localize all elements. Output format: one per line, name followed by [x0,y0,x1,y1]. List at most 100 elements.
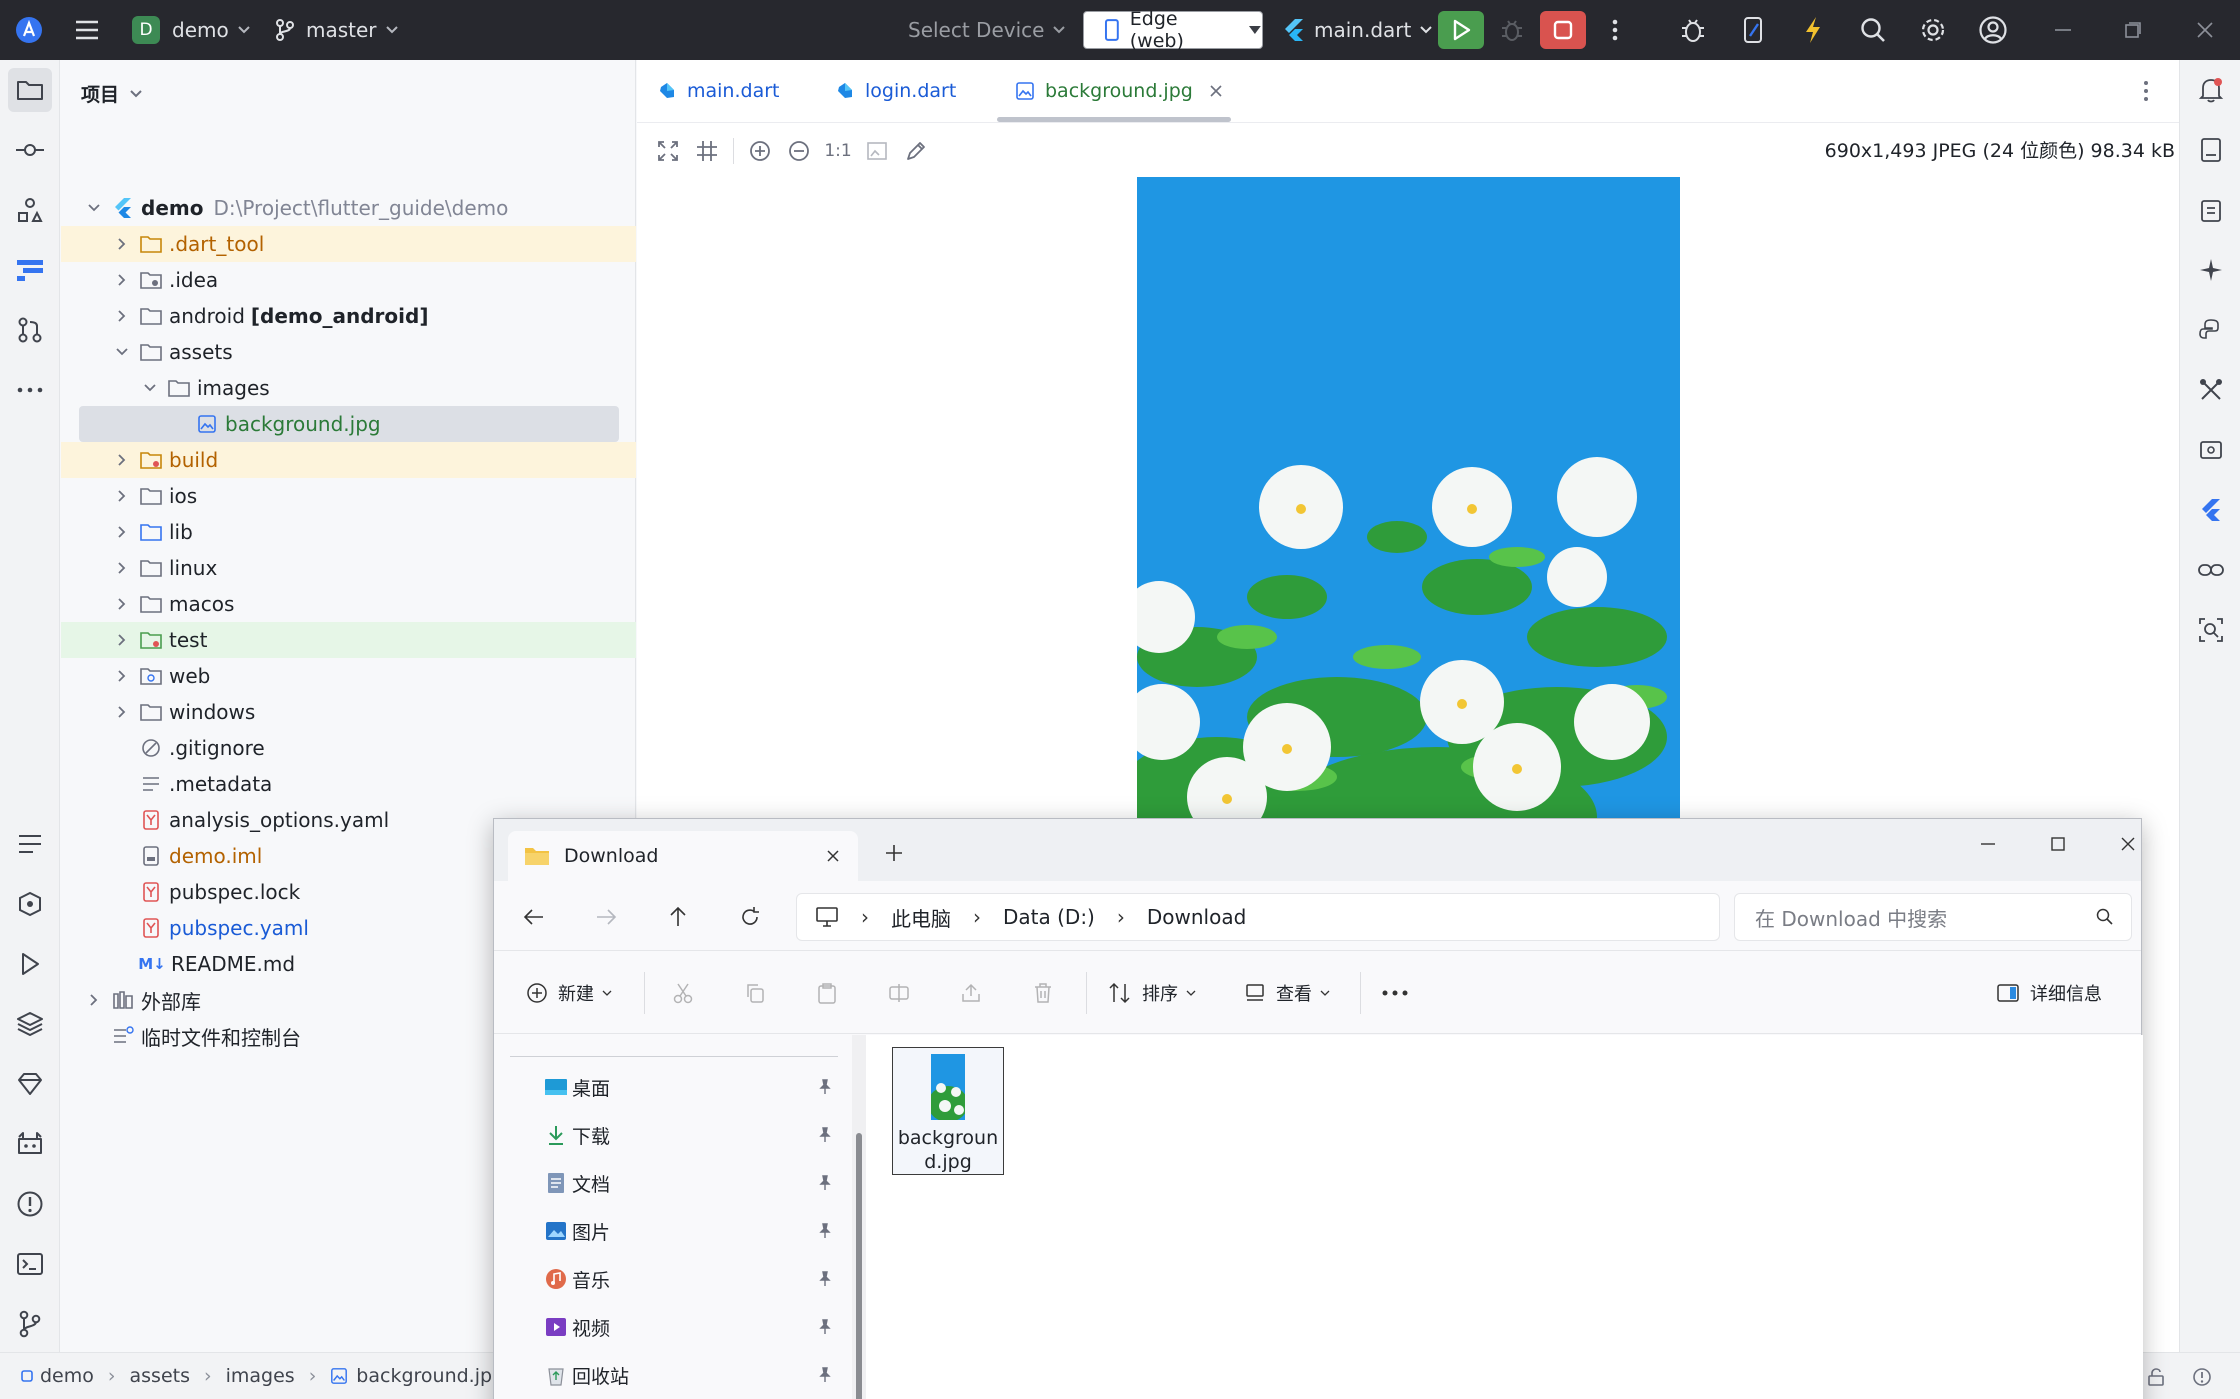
nav-item-recycle-bin[interactable]: 回收站 [544,1357,629,1393]
nav-scrollbar[interactable] [852,1035,866,1399]
build-variants-icon[interactable] [14,888,46,920]
pull-requests-icon[interactable] [14,314,46,346]
tab-login-dart[interactable]: login.dart [835,60,956,122]
tab-background-jpg[interactable]: background.jpg [1015,60,1223,122]
new-tab-button[interactable] [884,837,904,863]
project-tool-button[interactable] [8,68,52,112]
pin-icon[interactable] [816,1366,834,1384]
lock-icon[interactable] [2146,1367,2166,1387]
file-item[interactable]: background.jpg [892,1047,1004,1175]
fit-to-window-icon[interactable] [655,138,681,164]
restore-button[interactable] [2118,15,2148,45]
rename-icon[interactable] [888,978,910,1008]
nav-item-documents[interactable]: 文档 [544,1165,610,1201]
sort-button[interactable]: 排序 [1108,978,1196,1008]
grid-icon[interactable] [694,138,720,164]
tree-item-web[interactable]: web [61,658,636,694]
address-segment[interactable]: Data (D:) [1003,905,1095,929]
tree-item-metadata[interactable]: .metadata [61,766,636,802]
tree-item-android[interactable]: android [demo_android] [61,298,636,334]
flutter-inspector-icon[interactable] [1678,15,1708,45]
up-arrow-icon[interactable] [664,903,692,931]
warning-icon[interactable] [2192,1367,2212,1387]
refresh-icon[interactable] [736,903,764,931]
fit-zoom-icon[interactable] [864,138,890,164]
tab-main-dart[interactable]: main.dart [657,60,779,122]
project-view-selector[interactable]: 项目 [81,80,143,107]
tabs-menu-icon[interactable] [2143,60,2149,122]
device-selector[interactable]: Edge (web) [1083,8,1263,52]
todo-list-icon[interactable] [14,828,46,860]
search-icon[interactable] [1858,15,1888,45]
forward-arrow-icon[interactable] [592,903,620,931]
run-config-selector[interactable]: main.dart [1282,0,1433,60]
version-control-icon[interactable] [14,1308,46,1340]
hot-reload-icon[interactable] [1798,15,1828,45]
explorer-tab[interactable]: Download [508,831,858,881]
tree-item-assets[interactable]: assets [61,334,636,370]
nav-item-music[interactable]: 音乐 [544,1261,610,1297]
explorer-maximize-button[interactable] [2038,829,2078,859]
python-icon[interactable] [2195,314,2227,346]
stop-button[interactable] [1540,11,1586,49]
tree-item-images[interactable]: images [61,370,636,406]
tree-item-windows[interactable]: windows [61,694,636,730]
address-segment[interactable]: Download [1147,905,1246,929]
zoom-out-icon[interactable] [786,138,812,164]
app-logo-icon[interactable] [14,0,44,60]
more-tools-icon[interactable] [14,374,46,406]
zoom-in-icon[interactable] [747,138,773,164]
more-actions-icon[interactable] [1600,15,1630,45]
close-tab-icon[interactable] [826,849,840,863]
tree-item-gitignore[interactable]: .gitignore [61,730,636,766]
run-button[interactable] [1438,11,1484,49]
tree-item-build[interactable]: build [61,442,636,478]
share-icon[interactable] [960,978,982,1008]
tree-root-demo[interactable]: demo D:\Project\flutter_guide\demo [61,190,636,226]
search-input[interactable]: 在 Download 中搜索 [1734,893,2132,941]
tree-item-ios[interactable]: ios [61,478,636,514]
nav-item-videos[interactable]: 视频 [544,1309,610,1345]
actual-size-button[interactable]: 1:1 [824,138,851,164]
copy-icon[interactable] [744,978,766,1008]
nav-item-pictures[interactable]: 图片 [544,1213,610,1249]
tree-item-background-jpg[interactable]: background.jpg [61,406,636,442]
scrollbar-thumb[interactable] [856,1133,862,1399]
pin-icon[interactable] [816,1318,834,1336]
commit-icon[interactable] [14,134,46,166]
cut-icon[interactable] [672,978,694,1008]
branch-switcher[interactable]: master [274,0,399,60]
pin-icon[interactable] [816,1078,834,1096]
link-icon[interactable] [2195,554,2227,586]
nav-item-desktop[interactable]: 桌面 [544,1069,610,1105]
pin-icon[interactable] [816,1270,834,1288]
project-switcher[interactable]: D demo [132,0,251,60]
flutter-performance-icon[interactable] [2195,494,2227,526]
layout-inspector-icon[interactable] [2195,614,2227,646]
notifications-icon[interactable] [2195,74,2227,106]
breadcrumb-item[interactable]: assets [130,1365,190,1387]
tree-item-linux[interactable]: linux [61,550,636,586]
logcat-icon[interactable] [14,1128,46,1160]
more-options-icon[interactable] [1382,978,1408,1008]
explorer-minimize-button[interactable] [1968,829,2008,859]
layers-icon[interactable] [14,1008,46,1040]
explorer-close-button[interactable] [2108,829,2148,859]
run-tool-icon[interactable] [14,948,46,980]
delete-icon[interactable] [1032,978,1054,1008]
hamburger-menu-icon[interactable] [74,0,100,60]
details-pane-button[interactable]: 详细信息 [1996,978,2102,1008]
select-device-dropdown[interactable]: Select Device [908,0,1066,60]
flutter-outline-icon[interactable] [14,254,46,286]
breadcrumb-item[interactable]: images [226,1365,295,1387]
gem-icon[interactable] [14,1068,46,1100]
account-icon[interactable] [1978,15,2008,45]
back-arrow-icon[interactable] [520,903,548,931]
nav-item-downloads[interactable]: 下载 [544,1117,610,1153]
ai-assistant-icon[interactable] [2195,254,2227,286]
address-segment[interactable]: 此电脑 [891,903,951,932]
structure-icon[interactable] [14,194,46,226]
tools-icon[interactable] [2195,374,2227,406]
view-button[interactable]: 查看 [1244,978,1330,1008]
device-manager-icon[interactable] [1738,15,1768,45]
